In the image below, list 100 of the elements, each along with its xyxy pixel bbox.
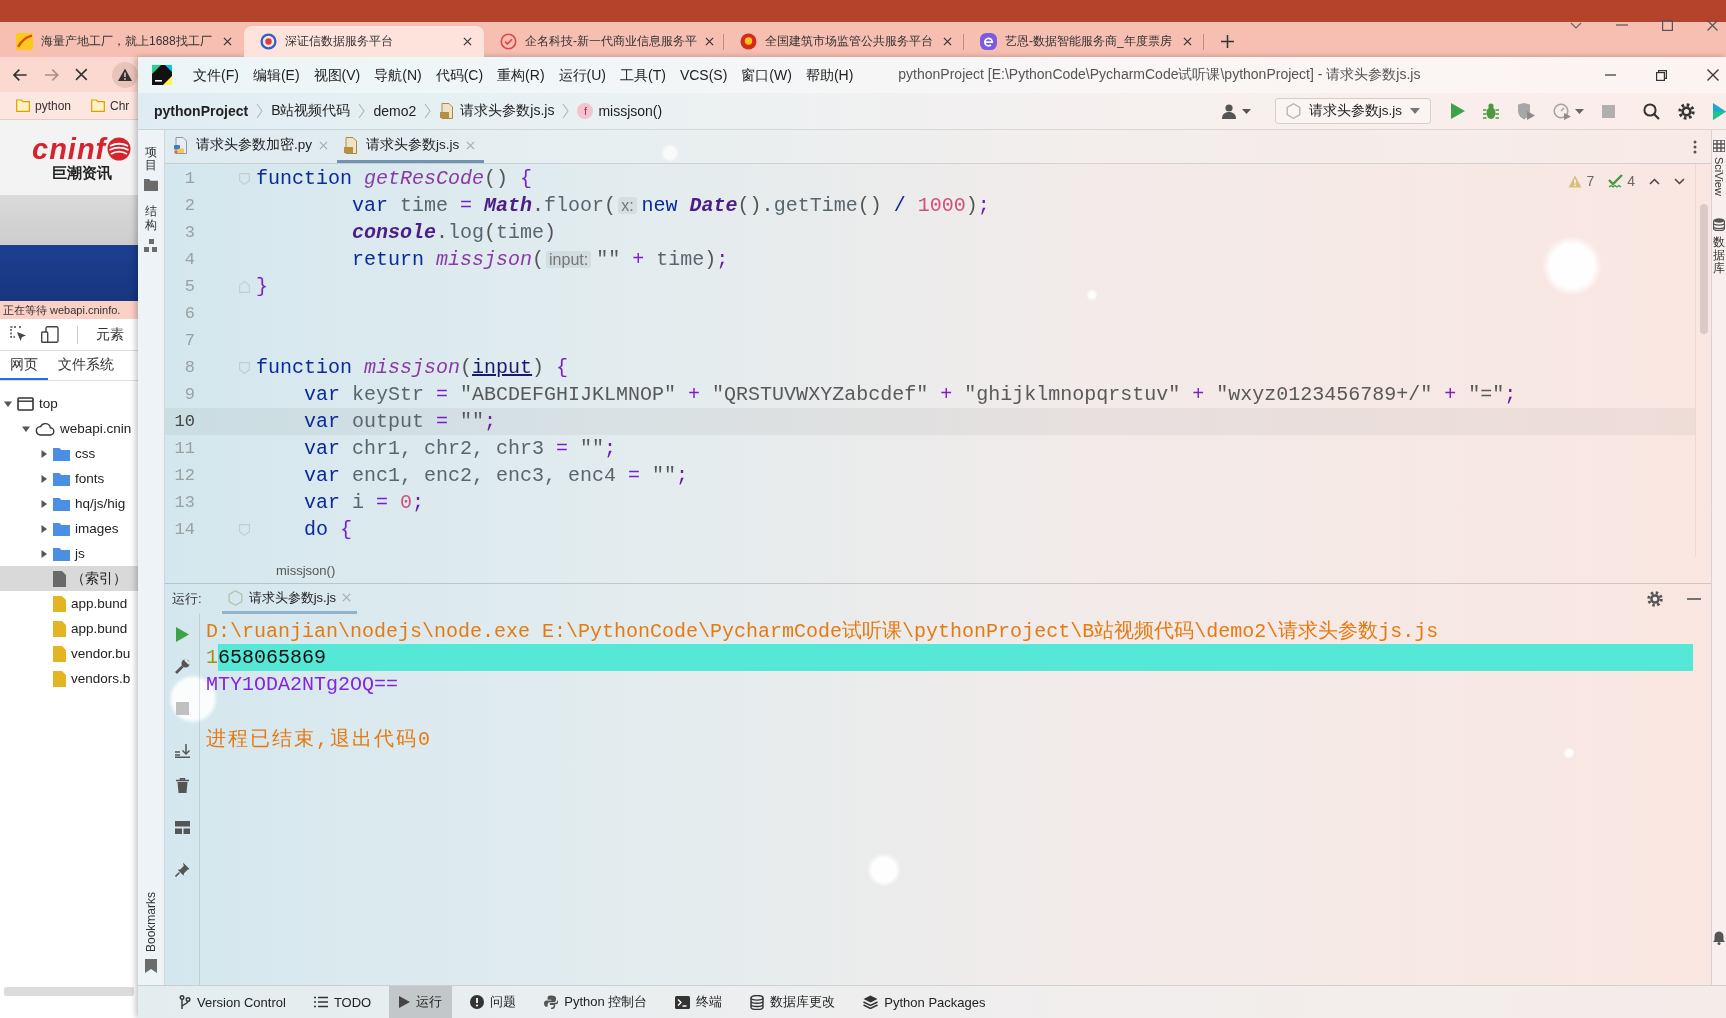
run-icon[interactable]: [175, 627, 189, 642]
menu-item[interactable]: 视图(V): [306, 63, 368, 87]
close-icon[interactable]: [463, 37, 472, 46]
tree-item[interactable]: top: [0, 391, 138, 416]
browser-tab[interactable]: 海量产地工厂，就上1688找工厂: [0, 26, 244, 57]
caret-right-icon[interactable]: [40, 549, 48, 558]
coverage-icon[interactable]: [1517, 102, 1535, 120]
wrench-icon[interactable]: [174, 659, 190, 674]
tree-item[interactable]: images: [0, 516, 138, 541]
caret-down-icon[interactable]: [22, 424, 30, 433]
warning-icon[interactable]: [112, 61, 138, 88]
new-tab-icon[interactable]: [1221, 35, 1234, 48]
check-count[interactable]: 4: [1608, 173, 1635, 189]
search-icon[interactable]: [1643, 102, 1660, 120]
editor-tab[interactable]: 请求头参数加密.py: [167, 130, 337, 163]
caret-right-icon[interactable]: [40, 474, 48, 483]
bookmark-item[interactable]: python: [16, 98, 72, 113]
breadcrumb-item[interactable]: missjson(): [276, 562, 336, 578]
tool-window-button[interactable]: 结构: [144, 205, 158, 253]
tool-window-button[interactable]: Python Packages: [853, 986, 996, 1018]
tool-window-button[interactable]: Python 控制台: [534, 986, 658, 1018]
caret-down-icon[interactable]: [1575, 108, 1584, 114]
bug-icon[interactable]: [1483, 102, 1499, 120]
caret-right-icon[interactable]: [40, 524, 48, 533]
layout-icon[interactable]: [174, 821, 190, 834]
breadcrumb-item[interactable]: pythonProject: [154, 103, 249, 119]
close-icon[interactable]: [705, 37, 714, 46]
warning-count[interactable]: 7: [1568, 173, 1595, 189]
caret-right-icon[interactable]: [40, 499, 48, 508]
menu-item[interactable]: 代码(C): [428, 63, 491, 87]
fold-marker-icon[interactable]: [238, 361, 250, 374]
browser-tab[interactable]: 企名科技-新一代商业信息服务平: [484, 26, 724, 57]
pin-icon[interactable]: [174, 862, 190, 877]
back-arrow-icon[interactable]: [12, 67, 28, 82]
breadcrumb-item[interactable]: demo2: [373, 103, 417, 119]
tree-item[interactable]: hq/js/hig: [0, 491, 138, 516]
settings-icon[interactable]: [1678, 102, 1695, 120]
tool-window-button[interactable]: 问题: [460, 986, 527, 1018]
menu-item[interactable]: 重构(R): [490, 63, 552, 87]
breadcrumb-item[interactable]: B站视频代码: [271, 102, 351, 120]
trash-icon[interactable]: [175, 778, 189, 793]
breadcrumb-item[interactable]: f missjson(): [577, 103, 663, 119]
tree-item[interactable]: fonts: [0, 466, 138, 491]
device-icon[interactable]: [41, 326, 59, 343]
tool-window-button[interactable]: 运行: [389, 986, 453, 1018]
run-tab[interactable]: 请求头参数js.js: [221, 584, 357, 614]
maximize-icon[interactable]: [1662, 19, 1673, 31]
menu-item[interactable]: VCS(S): [672, 63, 735, 87]
profiler-icon[interactable]: [1553, 102, 1571, 120]
tool-window-button[interactable]: Bookmarks: [144, 891, 158, 973]
devtools-panel-tab[interactable]: 元素: [96, 325, 124, 344]
menu-item[interactable]: 文件(F): [186, 63, 246, 87]
run-configuration-dropdown[interactable]: 请求头参数js.js: [1274, 98, 1431, 124]
caret-down-icon[interactable]: [4, 399, 12, 408]
close-icon[interactable]: [75, 68, 88, 81]
tree-item[interactable]: app.bund: [0, 616, 138, 641]
tree-item[interactable]: js: [0, 541, 138, 566]
close-icon[interactable]: [1183, 37, 1192, 46]
tool-window-button[interactable]: TODO: [303, 986, 382, 1018]
fold-marker-icon[interactable]: [238, 280, 250, 293]
tool-window-button[interactable]: Version Control: [169, 986, 296, 1018]
tool-window-button[interactable]: 数据库: [1713, 217, 1725, 276]
scrollbar-thumb[interactable]: [1699, 204, 1708, 334]
breadcrumb-item[interactable]: 请求头参数js.js: [439, 102, 555, 120]
bell-icon[interactable]: [1713, 931, 1725, 945]
menu-item[interactable]: 窗口(W): [734, 63, 799, 87]
close-icon[interactable]: [1707, 69, 1719, 81]
more-vertical-icon[interactable]: [1693, 139, 1697, 154]
editor-tab[interactable]: 请求头参数js.js: [337, 130, 485, 163]
horizontal-scrollbar[interactable]: [4, 987, 134, 996]
tree-item[interactable]: webapi.cnin: [0, 416, 138, 441]
chevron-up-icon[interactable]: [1649, 177, 1660, 185]
browser-tab[interactable]: 全国建筑市场监管公共服务平台: [724, 26, 964, 57]
run-icon[interactable]: [1451, 103, 1465, 119]
devtools-tab[interactable]: 网页: [0, 351, 48, 380]
browser-tab[interactable]: 艺恩-数据智能服务商_年度票房: [964, 26, 1204, 57]
fold-marker-icon[interactable]: [238, 172, 250, 185]
tool-window-button[interactable]: 数据库更改: [740, 986, 846, 1018]
menu-item[interactable]: 编辑(E): [245, 63, 307, 87]
tree-item[interactable]: vendors.b: [0, 666, 138, 691]
menu-item[interactable]: 运行(U): [551, 63, 613, 87]
devtools-tab[interactable]: 文件系统: [48, 351, 124, 380]
fold-marker-icon[interactable]: [238, 523, 250, 536]
tree-item[interactable]: （索引）: [0, 566, 138, 591]
restore-icon[interactable]: [1656, 69, 1667, 81]
tool-window-button[interactable]: 终端: [665, 986, 733, 1018]
scroll-to-end-icon[interactable]: [174, 743, 190, 758]
menu-item[interactable]: 导航(N): [367, 63, 429, 87]
chevron-down-icon[interactable]: [1570, 21, 1582, 29]
tree-item[interactable]: css: [0, 441, 138, 466]
cursor-select-icon[interactable]: [10, 326, 27, 343]
tree-item[interactable]: app.bund: [0, 591, 138, 616]
settings-icon[interactable]: [1647, 591, 1663, 607]
close-icon[interactable]: [943, 37, 952, 46]
caret-down-icon[interactable]: [1241, 108, 1251, 114]
close-icon[interactable]: [223, 37, 232, 46]
user-icon[interactable]: [1221, 103, 1238, 119]
tool-window-button[interactable]: 项目: [144, 146, 158, 192]
tool-window-button[interactable]: SciView: [1713, 140, 1725, 196]
caret-right-icon[interactable]: [40, 449, 48, 458]
